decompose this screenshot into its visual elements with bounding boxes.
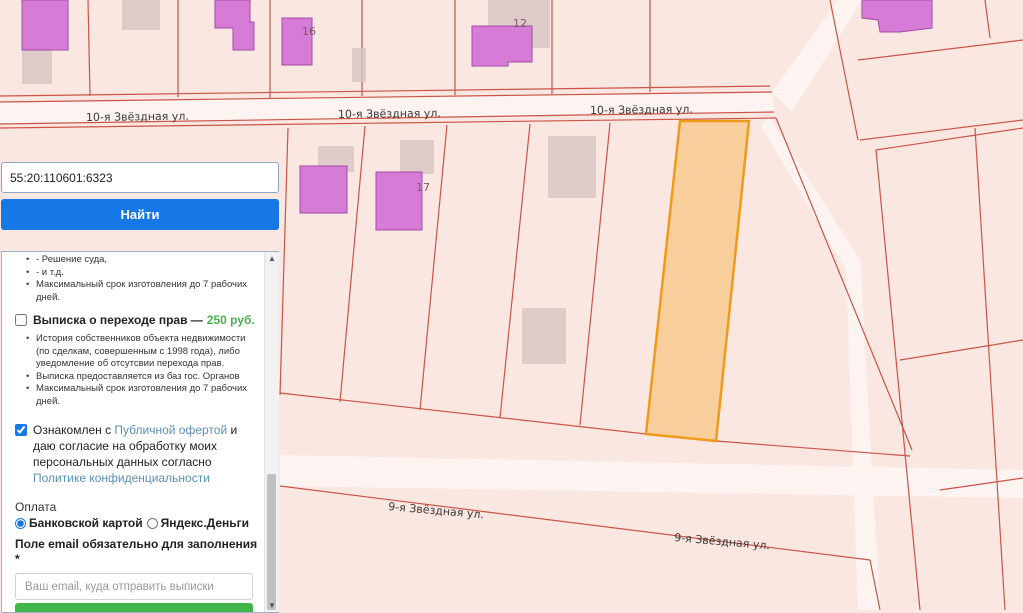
note-item: Максимальный срок изготовления до 7 рабо… [26, 279, 257, 304]
public-offer-link[interactable]: Публичной офертой [114, 423, 227, 437]
privacy-policy-link[interactable]: Политике конфиденциальности [33, 471, 210, 485]
note-item: Максимальный срок изготовления до 7 рабо… [26, 383, 257, 408]
payment-yandex-label: Яндекс.Деньги [160, 516, 250, 530]
top-notes-list: - Решение суда, - и т.д. Максимальный ср… [2, 254, 265, 304]
scroll-thumb[interactable] [267, 474, 276, 610]
scroll-up-arrow-icon[interactable]: ▲ [265, 254, 279, 263]
payment-card-radio[interactable] [15, 517, 26, 529]
find-button[interactable]: Найти [1, 199, 279, 230]
email-required-label: Поле email обязательно для заполнения * [15, 537, 258, 566]
payment-card-label: Банковской картой [29, 516, 143, 530]
note-item: - Решение суда, [26, 254, 257, 267]
transfer-option-row[interactable]: Выписка о переходе прав — 250 руб. [2, 313, 265, 327]
consent-text-before: Ознакомлен с [33, 423, 115, 437]
consent-text: Ознакомлен с Публичной офертой и даю сог… [33, 422, 257, 486]
house-number-12: 12 [513, 17, 527, 30]
transfer-option-title: Выписка о переходе прав — [33, 313, 203, 327]
transfer-option-checkbox[interactable] [15, 314, 27, 326]
payment-options: Банковской картой Яндекс.Деньги [2, 516, 265, 530]
note-item: - и т.д. [26, 267, 257, 280]
street-label-10-right: 10-я Звёздная ул. [590, 103, 693, 117]
street-label-10-mid: 10-я Звёздная ул. [338, 107, 441, 121]
order-panel-content: - Решение суда, - и т.д. Максимальный ср… [2, 252, 265, 612]
payment-card-option[interactable]: Банковской картой [15, 516, 143, 530]
street-label-10-left: 10-я Звёздная ул. [86, 110, 189, 124]
scroll-down-arrow-icon[interactable]: ▼ [265, 601, 279, 610]
transfer-notes-list: История собственников объекта недвижимос… [2, 333, 265, 408]
note-item: История собственников объекта недвижимос… [26, 333, 257, 371]
note-item: Выписка предоставляется из баз гос. Орга… [26, 371, 257, 384]
transfer-option-price: 250 руб. [206, 313, 255, 327]
consent-checkbox[interactable] [15, 424, 27, 436]
payment-title: Оплата [15, 500, 57, 514]
consent-row[interactable]: Ознакомлен с Публичной офертой и даю сог… [2, 422, 265, 486]
payment-yandex-radio[interactable] [146, 517, 158, 529]
house-number-17: 17 [416, 181, 430, 194]
order-panel[interactable]: - Решение суда, - и т.д. Максимальный ср… [1, 251, 279, 613]
submit-button[interactable] [15, 603, 253, 612]
house-number-16: 16 [302, 25, 316, 38]
cadastral-number-input[interactable] [1, 162, 279, 193]
email-input[interactable] [15, 573, 253, 600]
panel-scrollbar[interactable]: ▲ ▼ [264, 252, 279, 612]
payment-yandex-option[interactable]: Яндекс.Деньги [146, 516, 250, 530]
